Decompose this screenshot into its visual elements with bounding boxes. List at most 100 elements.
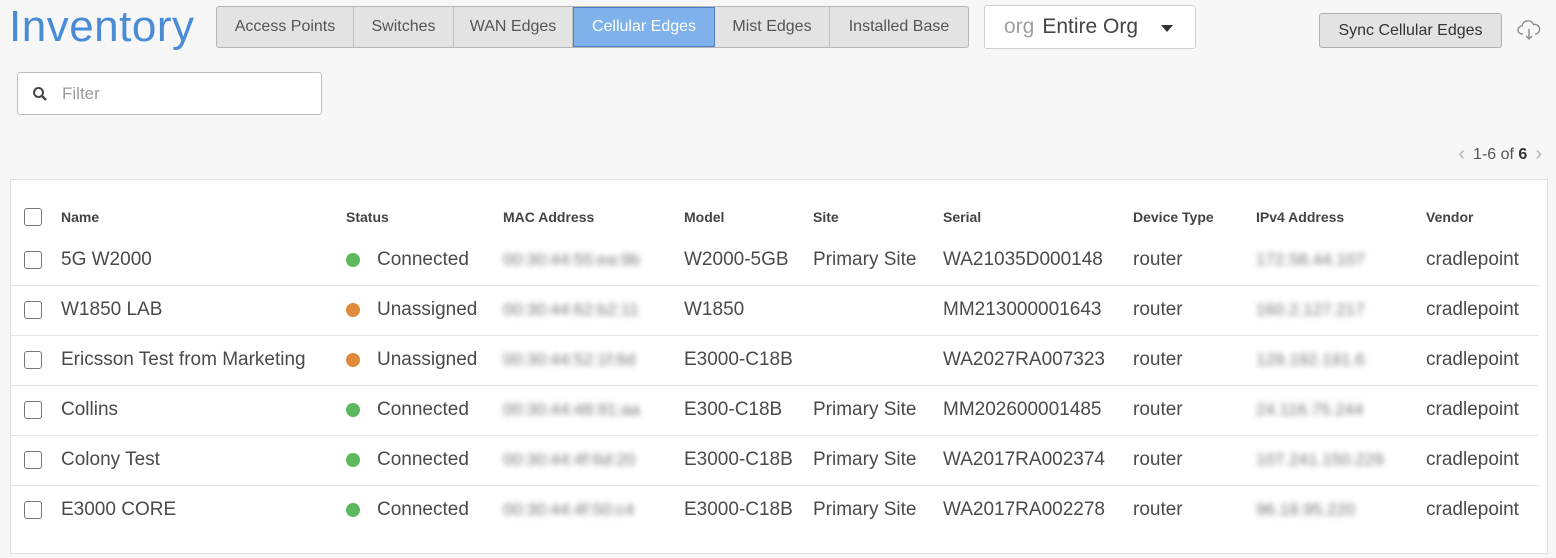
column-header-site[interactable]: Site [813,199,943,235]
cell-serial: WA2017RA002374 [943,435,1133,486]
cell-name[interactable]: Ericsson Test from Marketing [61,335,346,386]
column-header-device-type[interactable]: Device Type [1133,199,1256,235]
table-row[interactable]: 5G W2000 Connected 00:30:44:55:ea:9b W2000-… [11,235,1539,286]
row-checkbox[interactable] [24,501,42,520]
cell-mac: 00:30:44:62:b2:11 [503,285,684,336]
table-row[interactable]: W1850 LAB Unassigned 00:30:44:62:b2:11 W185… [11,285,1539,336]
row-checkbox[interactable] [24,250,42,269]
column-header-model[interactable]: Model [684,199,813,235]
select-all-checkbox[interactable] [24,208,42,227]
table-header-row: Name Status MAC Address Model Site Seria… [11,199,1539,235]
status-dot-icon [346,503,360,518]
filter-input[interactable] [60,82,300,105]
status-dot-icon [346,402,360,417]
column-header-status[interactable]: Status [346,199,503,235]
column-header-name[interactable]: Name [61,199,346,235]
mac-value: 00:30:44:4f:6d:20 [503,450,636,469]
mac-value: 00:30:44:48:91:aa [503,400,641,419]
cloud-download-icon[interactable] [1517,19,1541,41]
ipv4-value: 172.58.44.107 [1256,249,1365,269]
cell-name[interactable]: E3000 CORE [61,485,346,535]
status-dot-icon [346,352,360,367]
cell-status: Unassigned [346,335,503,386]
tab-wan-edges[interactable]: WAN Edges [454,7,573,47]
next-page-icon[interactable]: › [1535,143,1542,166]
cell-device-type: router [1133,435,1256,486]
inventory-table: Name Status MAC Address Model Site Seria… [11,199,1539,535]
table-row[interactable]: Collins Connected 00:30:44:48:91:aa E300-C1… [11,385,1539,436]
tab-installed-base[interactable]: Installed Base [830,7,968,47]
tab-switches[interactable]: Switches [354,7,454,47]
cell-device-type: router [1133,335,1256,386]
cell-serial: WA2017RA002278 [943,499,1105,521]
cell-mac: 00:30:44:52:1f:6d [503,335,684,386]
column-header-vendor[interactable]: Vendor [1426,199,1539,235]
table-row[interactable]: Colony Test Connected 00:30:44:4f:6d:20 E30… [11,435,1539,486]
chevron-down-icon [1161,25,1173,32]
tab-access-points[interactable]: Access Points [217,7,354,47]
cell-site: Primary Site [813,385,943,436]
cell-serial: MM202600001485 [943,385,1133,436]
cell-vendor: cradlepoint [1426,499,1519,521]
cell-ipv4: 172.58.44.107 [1256,235,1426,286]
cell-device-type: router [1133,235,1256,286]
cell-ipv4: 96.18.95.220 [1256,485,1426,535]
inventory-table-card: Name Status MAC Address Model Site Seria… [10,179,1548,554]
cell-model: E3000-C18B [684,335,813,386]
previous-page-icon[interactable]: ‹ [1458,143,1465,166]
cell-status: Connected [346,235,503,286]
cell-name[interactable]: Collins [61,385,346,436]
sync-cellular-edges-button[interactable]: Sync Cellular Edges [1319,13,1502,48]
org-prefix: org [1004,15,1035,38]
org-selector[interactable]: org Entire Org [984,5,1196,49]
row-checkbox[interactable] [24,400,42,419]
cell-device-type: router [1133,285,1256,336]
cell-ipv4: 107.241.150.229 [1256,435,1426,486]
cell-vendor: cradlepoint [1426,235,1539,286]
tab-mist-edges[interactable]: Mist Edges [715,7,830,47]
cell-ipv4: 24.116.75.244 [1256,385,1426,436]
table-row[interactable]: E3000 CORE Connected 00:30:44:4f:50:c4 E300… [11,485,1539,535]
cell-device-type: router [1133,385,1256,436]
cell-site [813,285,943,336]
cell-name[interactable]: 5G W2000 [61,235,346,286]
status-label: Unassigned [377,349,478,370]
cell-name[interactable]: Colony Test [61,435,346,486]
mac-value: 00:30:44:52:1f:6d [503,350,636,369]
page-range: 1-6 of 6 [1473,145,1528,163]
pagination: ‹ 1-6 of 6 › [1458,143,1542,166]
row-checkbox[interactable] [24,350,42,369]
page-title: Inventory [9,2,195,51]
cell-status: Unassigned [346,285,503,336]
cell-model: E300-C18B [684,385,813,436]
cell-serial: MM213000001643 [943,285,1133,336]
cell-site [813,335,943,386]
cell-status: Connected [346,385,503,436]
cell-vendor: cradlepoint [1426,385,1539,436]
row-checkbox[interactable] [24,300,42,319]
ipv4-value: 96.18.95.220 [1256,500,1356,520]
column-header-serial[interactable]: Serial [943,199,1133,235]
row-checkbox[interactable] [24,450,42,469]
table-row[interactable]: Ericsson Test from Marketing Unassigned 00… [11,335,1539,386]
mac-value: 00:30:44:62:b2:11 [503,300,639,319]
ipv4-value: 129.192.191.6 [1256,350,1365,369]
tab-cellular-edges[interactable]: Cellular Edges [573,7,715,47]
cell-model: E3000-C18B [684,499,793,521]
cell-mac: 00:30:44:55:ea:9b [503,235,684,286]
mac-value: 00:30:44:4f:50:c4 [503,500,635,520]
inventory-tabs: Access Points Switches WAN Edges Cellula… [216,6,969,48]
cell-model: W1850 [684,285,813,336]
cell-mac: 00:30:44:4f:50:c4 [503,485,684,535]
column-header-mac[interactable]: MAC Address [503,199,684,235]
ipv4-value: 24.116.75.244 [1256,400,1364,419]
filter-box [17,72,322,115]
cell-name[interactable]: W1850 LAB [61,285,346,336]
org-value: Entire Org [1042,15,1139,38]
cell-vendor: cradlepoint [1426,285,1539,336]
cell-status: Connected [346,435,503,486]
cell-site: Primary Site [813,235,943,286]
cell-ipv4: 129.192.191.6 [1256,335,1426,386]
column-header-ipv4[interactable]: IPv4 Address [1256,199,1426,235]
cell-model: E3000-C18B [684,435,813,486]
